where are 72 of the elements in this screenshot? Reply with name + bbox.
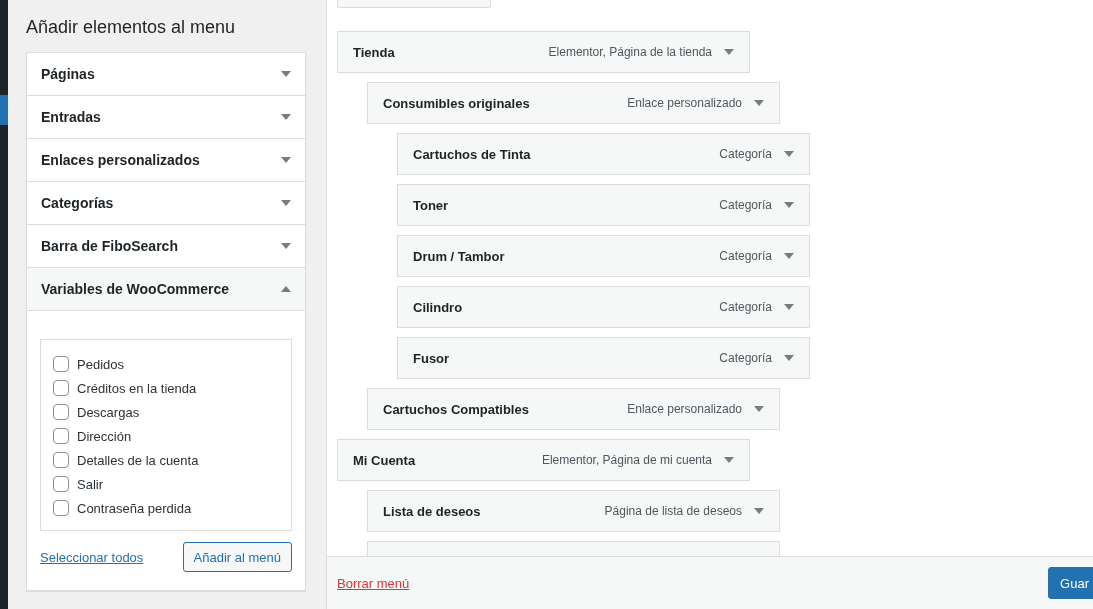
- menu-item-card[interactable]: Lista de deseos Página de lista de deseos: [367, 490, 780, 532]
- accordion-section[interactable]: Variables de WooCommerce: [27, 268, 305, 311]
- checkbox[interactable]: [53, 476, 69, 492]
- menu-item-title: Cartuchos de Tinta: [413, 146, 532, 162]
- menu-item-card[interactable]: Cartuchos de Tinta Categoría: [397, 133, 810, 175]
- checkbox-label: Detalles de la cuenta: [77, 452, 199, 468]
- expand-arrow-icon: [281, 157, 291, 163]
- expand-arrow-icon: [754, 508, 764, 514]
- expand-arrow-icon: [754, 100, 764, 106]
- checkbox-label: Dirección: [77, 428, 132, 444]
- accordion-section[interactable]: Entradas: [27, 96, 305, 139]
- expand-arrow-icon: [281, 71, 291, 77]
- menu-item-title: Lista de deseos: [383, 503, 482, 519]
- expand-arrow-icon: [724, 457, 734, 463]
- checkbox-label: Pedidos: [77, 356, 124, 372]
- expand-arrow-icon: [784, 151, 794, 157]
- collapse-arrow-icon: [281, 286, 291, 292]
- expand-arrow-icon: [724, 49, 734, 55]
- menu-item-title: Cilindro: [413, 299, 464, 315]
- checkbox-label: Descargas: [77, 404, 140, 420]
- menu-item-type: Elementor, Página de mi cuenta: [541, 453, 712, 467]
- menu-item-title: Fusor: [413, 350, 451, 366]
- menu-item-card[interactable]: Cilindro Categoría: [397, 286, 810, 328]
- menu-item-type: Categoría: [719, 198, 772, 212]
- menu-item-type: Categoría: [719, 147, 772, 161]
- menu-item-type: Enlace personalizado: [627, 402, 742, 416]
- menu-item-title: Toner: [413, 197, 450, 213]
- menu-item-title: Consumibles originales: [383, 95, 531, 111]
- accordion-section[interactable]: Barra de FiboSearch: [27, 225, 305, 268]
- checkbox[interactable]: [53, 452, 69, 468]
- menu-item-title: Cartuchos Compatibles: [383, 401, 530, 417]
- menu-item-card[interactable]: Mi Cuenta Elementor, Página de mi cuenta: [337, 439, 750, 481]
- save-menu-button[interactable]: Guar: [1048, 567, 1093, 599]
- expand-arrow-icon: [754, 406, 764, 412]
- add-to-menu-button[interactable]: Añadir al menú: [182, 542, 292, 572]
- menu-item-type: Enlace personalizado: [627, 96, 742, 110]
- accordion-section[interactable]: Categorías: [27, 182, 305, 225]
- checkbox-label: Créditos en la tienda: [77, 380, 197, 396]
- checkbox-label: Salir: [77, 476, 103, 492]
- menu-item-title: Tienda: [353, 44, 396, 60]
- accordion-section[interactable]: Enlaces personalizados: [27, 139, 305, 182]
- expand-arrow-icon: [784, 202, 794, 208]
- expand-arrow-icon: [281, 114, 291, 120]
- select-all-link[interactable]: Seleccionar todos: [40, 549, 144, 565]
- menu-item-title: Mi Cuenta: [353, 452, 417, 468]
- accordion-section[interactable]: Páginas: [27, 53, 305, 96]
- menu-item-card[interactable]: Fusor Categoría: [397, 337, 810, 379]
- checkbox[interactable]: [53, 428, 69, 444]
- menu-item-type: Página de lista de deseos: [604, 504, 742, 518]
- checkbox-label: Contraseña perdida: [77, 500, 192, 516]
- checkbox[interactable]: [53, 500, 69, 516]
- menu-item-type: Elementor, Página de la tienda: [548, 45, 712, 59]
- menu-item-type: Categoría: [719, 249, 772, 263]
- menu-item-type: Categoría: [719, 351, 772, 365]
- expand-arrow-icon: [784, 253, 794, 259]
- admin-menu-marker: [0, 95, 8, 125]
- menu-item-card[interactable]: Consumibles originales Enlace personalizado: [367, 82, 780, 124]
- menu-item-type: Categoría: [719, 300, 772, 314]
- menu-item-title: Drum / Tambor: [413, 248, 506, 264]
- expand-arrow-icon: [281, 200, 291, 206]
- menu-item-card[interactable]: Drum / Tambor Categoría: [397, 235, 810, 277]
- panel-title: Añadir elementos al menu: [26, 16, 237, 38]
- checkbox[interactable]: [53, 356, 69, 372]
- menu-item-card[interactable]: Tienda Elementor, Página de la tienda: [337, 31, 750, 73]
- menu-item-card[interactable]: Cartuchos Compatibles Enlace personalizado: [367, 388, 780, 430]
- expand-arrow-icon: [281, 243, 291, 249]
- expand-arrow-icon: [784, 304, 794, 310]
- delete-menu-link[interactable]: Borrar menú: [337, 575, 410, 591]
- checkbox[interactable]: [53, 404, 69, 420]
- menu-item-card[interactable]: Toner Categoría: [397, 184, 810, 226]
- expand-arrow-icon: [784, 355, 794, 361]
- checkbox[interactable]: [53, 380, 69, 396]
